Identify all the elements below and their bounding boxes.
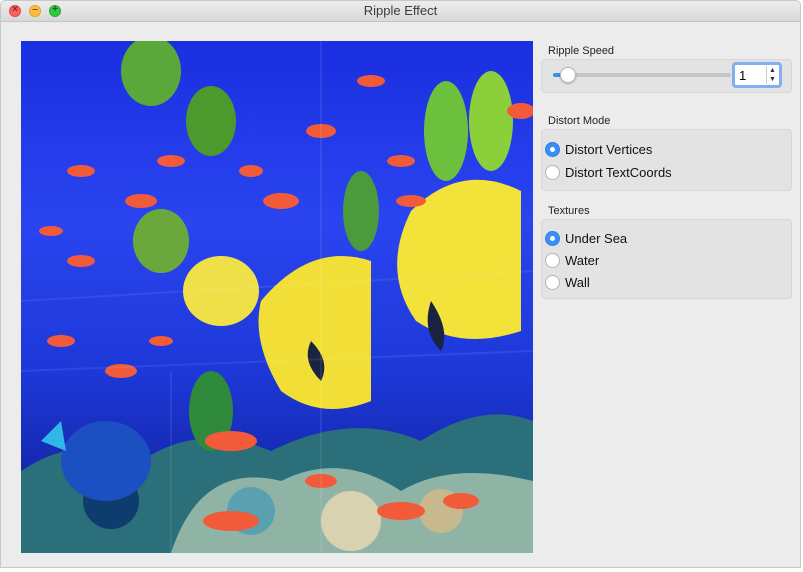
radio-label: Distort TextCoords	[565, 164, 672, 180]
radio-button[interactable]	[545, 230, 560, 246]
radio-label: Under Sea	[565, 230, 628, 246]
chevron-up-icon[interactable]: ▲	[767, 66, 778, 75]
app-window: × – + Ripple Effect Ripple Speed 1 ▲ ▼ D…	[0, 0, 801, 568]
radio-wall[interactable]: Wall	[545, 273, 590, 291]
ripple-speed-slider-handle[interactable]	[560, 67, 576, 83]
ripple-speed-slider-track[interactable]	[553, 73, 731, 77]
radio-distort-textcoords[interactable]: Distort TextCoords	[545, 163, 672, 181]
radio-water[interactable]: Water	[545, 251, 599, 269]
radio-button[interactable]	[545, 252, 560, 268]
ripple-render-view[interactable]	[21, 41, 533, 553]
ripple-speed-stepper[interactable]: ▲ ▼	[766, 66, 778, 84]
radio-label: Wall	[565, 274, 590, 290]
radio-button[interactable]	[545, 141, 560, 157]
radio-button[interactable]	[545, 274, 560, 290]
title-bar: × – + Ripple Effect	[1, 1, 800, 22]
radio-label: Water	[565, 252, 600, 268]
radio-under-sea[interactable]: Under Sea	[545, 229, 627, 247]
underwater-scene-image	[21, 41, 533, 553]
ripple-speed-label: Ripple Speed	[548, 45, 615, 57]
textures-label: Textures	[548, 205, 590, 217]
window-title: Ripple Effect	[363, 3, 438, 18]
radio-distort-vertices[interactable]: Distort Vertices	[545, 140, 652, 158]
ripple-speed-input[interactable]	[737, 66, 767, 84]
chevron-down-icon[interactable]: ▼	[767, 75, 778, 84]
distort-mode-group	[541, 129, 792, 191]
ripple-speed-spinbox[interactable]: ▲ ▼	[732, 62, 782, 88]
distort-mode-label: Distort Mode	[548, 115, 611, 127]
radio-label: Distort Vertices	[565, 141, 653, 157]
radio-button[interactable]	[545, 164, 560, 180]
